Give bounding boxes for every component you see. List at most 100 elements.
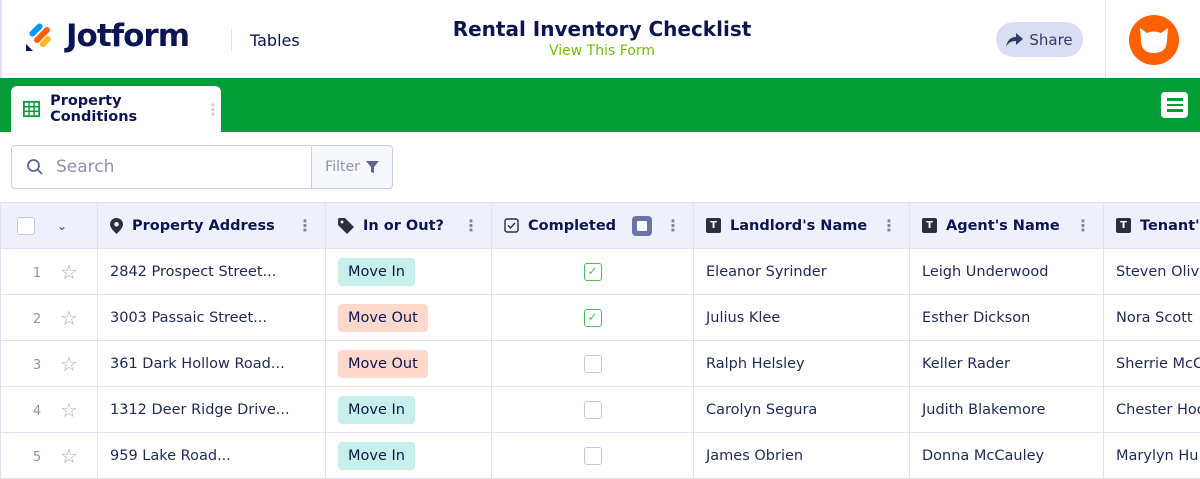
completed-checkbox[interactable]: ✓: [583, 262, 602, 281]
agent-cell[interactable]: Donna McCauley: [909, 432, 1104, 479]
completed-checkbox[interactable]: [583, 446, 602, 465]
share-button[interactable]: Share: [996, 22, 1083, 57]
landlord-cell[interactable]: Carolyn Segura: [693, 386, 910, 433]
header-row: ⌄ Property Address ⋮ In or Out? ⋮ Complete…: [0, 202, 1200, 249]
text-icon: T: [922, 218, 937, 233]
address-cell[interactable]: 959 Lake Road...: [97, 432, 326, 479]
address-cell[interactable]: 1312 Deer Ridge Drive...: [97, 386, 326, 433]
agent-cell[interactable]: Leigh Underwood: [909, 248, 1104, 295]
column-header-address[interactable]: Property Address ⋮: [97, 202, 326, 249]
star-icon[interactable]: ☆: [54, 444, 78, 468]
brand-name: Jotform: [66, 18, 190, 54]
menu-button[interactable]: [1161, 92, 1188, 118]
column-options-icon[interactable]: ⋮: [1075, 216, 1091, 235]
jotform-logo[interactable]: Jotform: [24, 18, 190, 54]
tab-label: Property Conditions: [50, 93, 138, 125]
star-icon[interactable]: ☆: [54, 352, 78, 376]
column-options-icon[interactable]: ⋮: [463, 216, 479, 235]
tenant-cell[interactable]: Nora Scott: [1103, 294, 1200, 341]
note-icon[interactable]: [632, 215, 652, 236]
status-badge: Move Out: [338, 303, 428, 332]
select-all-header: ⌄: [0, 202, 98, 249]
avatar[interactable]: [1129, 15, 1179, 65]
row-number: 2: [32, 311, 42, 327]
column-options-icon[interactable]: ⋮: [881, 216, 897, 235]
agent-cell[interactable]: Esther Dickson: [909, 294, 1104, 341]
page-title: Rental Inventory Checklist: [452, 17, 752, 41]
table-row[interactable]: 5 ☆ 959 Lake Road... Move In James Obrien…: [0, 432, 1200, 479]
completed-checkbox[interactable]: [583, 400, 602, 419]
column-header-completed[interactable]: Completed ⋮: [491, 202, 694, 249]
status-cell[interactable]: Move Out: [325, 340, 492, 387]
address-cell[interactable]: 2842 Prospect Street...: [97, 248, 326, 295]
column-label: Agent's Name: [946, 217, 1060, 234]
row-number-cell: 1 ☆: [0, 248, 98, 295]
status-cell[interactable]: Move In: [325, 386, 492, 433]
status-cell[interactable]: Move In: [325, 248, 492, 295]
select-all-checkbox[interactable]: [17, 216, 35, 235]
cat-avatar-icon: [1140, 28, 1168, 53]
star-icon[interactable]: ☆: [54, 306, 78, 330]
filter-button[interactable]: Filter: [311, 145, 393, 189]
row-number: 1: [32, 265, 42, 281]
completed-checkbox[interactable]: ✓: [583, 308, 602, 327]
completed-cell[interactable]: [491, 432, 694, 479]
table-row[interactable]: 3 ☆ 361 Dark Hollow Road... Move Out Ralp…: [0, 340, 1200, 387]
status-cell[interactable]: Move Out: [325, 294, 492, 341]
divider: [231, 29, 232, 51]
completed-cell[interactable]: ✓: [491, 248, 694, 295]
top-header: Jotform Tables Rental Inventory Checklis…: [0, 0, 1200, 78]
location-pin-icon: [110, 217, 123, 234]
row-number: 3: [32, 357, 42, 373]
tenant-cell[interactable]: Marylyn Hu: [1103, 432, 1200, 479]
chevron-down-icon[interactable]: ⌄: [57, 219, 67, 233]
search-input[interactable]: [56, 157, 286, 177]
divider: [1105, 0, 1106, 78]
search-icon: [27, 159, 43, 175]
star-icon[interactable]: ☆: [54, 260, 78, 284]
table-row[interactable]: 4 ☆ 1312 Deer Ridge Drive... Move In Caro…: [0, 386, 1200, 433]
view-form-link[interactable]: View This Form: [402, 43, 802, 59]
column-header-tenant[interactable]: T Tenant's: [1103, 202, 1200, 249]
tenant-cell[interactable]: Steven Olivi: [1103, 248, 1200, 295]
completed-cell[interactable]: [491, 340, 694, 387]
star-icon[interactable]: ☆: [54, 398, 78, 422]
tab-property-conditions[interactable]: Property Conditions ⋮: [11, 86, 221, 132]
filter-label: Filter: [325, 159, 360, 175]
column-label: Property Address: [132, 217, 275, 234]
column-label: In or Out?: [363, 217, 444, 234]
landlord-cell[interactable]: James Obrien: [693, 432, 910, 479]
column-options-icon[interactable]: ⋮: [297, 216, 313, 235]
data-table: ⌄ Property Address ⋮ In or Out? ⋮ Complete…: [0, 202, 1200, 479]
section-label: Tables: [250, 31, 300, 50]
column-label: Landlord's Name: [730, 217, 868, 234]
column-header-in-out[interactable]: In or Out? ⋮: [325, 202, 492, 249]
row-number: 5: [32, 449, 42, 465]
checkbox-icon: [504, 218, 519, 233]
status-cell[interactable]: Move In: [325, 432, 492, 479]
column-options-icon[interactable]: ⋮: [665, 216, 681, 235]
agent-cell[interactable]: Judith Blakemore: [909, 386, 1104, 433]
table-row[interactable]: 2 ☆ 3003 Passaic Street... Move Out ✓ Jul…: [0, 294, 1200, 341]
landlord-cell[interactable]: Eleanor Syrinder: [693, 248, 910, 295]
agent-cell[interactable]: Keller Rader: [909, 340, 1104, 387]
completed-cell[interactable]: ✓: [491, 294, 694, 341]
tenant-cell[interactable]: Chester Hoo: [1103, 386, 1200, 433]
completed-checkbox[interactable]: [583, 354, 602, 373]
text-icon: T: [1116, 218, 1131, 233]
address-cell[interactable]: 361 Dark Hollow Road...: [97, 340, 326, 387]
landlord-cell[interactable]: Julius Klee: [693, 294, 910, 341]
column-header-landlord[interactable]: T Landlord's Name ⋮: [693, 202, 910, 249]
status-badge: Move In: [338, 441, 415, 470]
status-badge: Move In: [338, 257, 415, 286]
row-number-cell: 4 ☆: [0, 386, 98, 433]
column-label: Tenant's: [1140, 217, 1200, 234]
share-label: Share: [1029, 30, 1073, 49]
column-header-agent[interactable]: T Agent's Name ⋮: [909, 202, 1104, 249]
completed-cell[interactable]: [491, 386, 694, 433]
table-row[interactable]: 1 ☆ 2842 Prospect Street... Move In ✓ Ele…: [0, 248, 1200, 295]
address-cell[interactable]: 3003 Passaic Street...: [97, 294, 326, 341]
tab-options-icon[interactable]: ⋮: [205, 100, 221, 119]
tenant-cell[interactable]: Sherrie McC: [1103, 340, 1200, 387]
landlord-cell[interactable]: Ralph Helsley: [693, 340, 910, 387]
